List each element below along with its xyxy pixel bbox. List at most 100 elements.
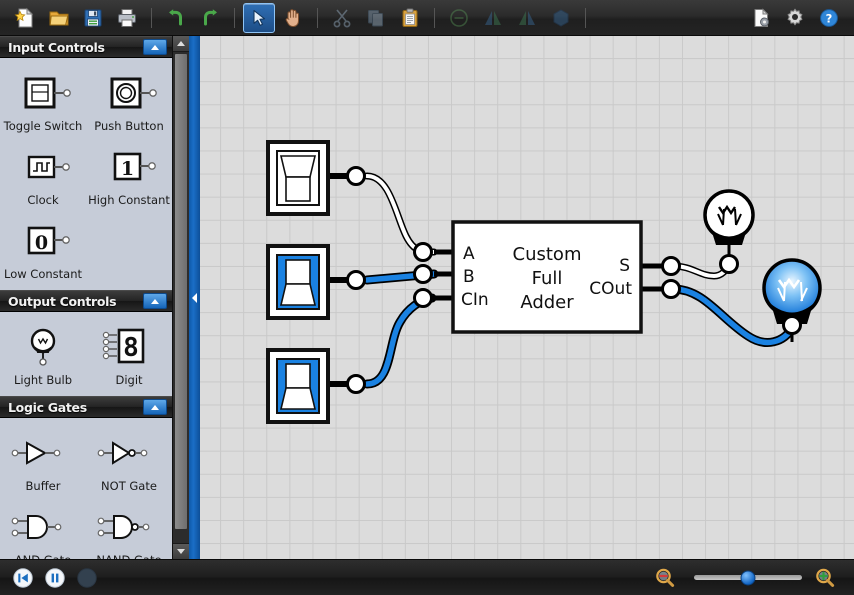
pause-simulation-button[interactable]: [42, 565, 68, 591]
palette-item-digit[interactable]: 8 Digit: [86, 318, 172, 392]
palette-item-label: Digit: [115, 373, 143, 387]
main-toolbar: ?: [0, 0, 854, 36]
collapse-left-arrow-icon[interactable]: [192, 292, 197, 303]
toolbar-separator: [234, 7, 235, 28]
palette-item-toggle-switch[interactable]: Toggle Switch: [0, 64, 86, 138]
palette-item-high-constant[interactable]: 1 High Constant: [86, 138, 172, 212]
circuit-properties-button[interactable]: [745, 3, 777, 33]
palette-item-label: NOT Gate: [101, 479, 157, 493]
application-window: ? Input Controls Toggle Switch Push Butt…: [0, 0, 854, 595]
panel-body-logic-gates: Buffer NOT Gate: [0, 418, 172, 559]
zoom-slider[interactable]: [694, 570, 802, 585]
chevron-up-icon[interactable]: [143, 39, 167, 55]
palette-item-label: Light Bulb: [13, 373, 73, 387]
panel-header-logic-gates[interactable]: Logic Gates: [0, 396, 172, 418]
component-toggle-switch-off[interactable]: [266, 140, 366, 216]
node-adder-out-s[interactable]: [661, 256, 681, 276]
component-custom-full-adder[interactable]: A B CIn Custom Full Adder S COut: [451, 220, 643, 334]
scroll-up-arrow-icon[interactable]: [173, 36, 189, 52]
palette-item-low-constant[interactable]: 0 Low Constant: [0, 212, 86, 286]
circuit-canvas[interactable]: A B CIn Custom Full Adder S COut: [200, 36, 854, 559]
palette-item-label: High Constant: [88, 193, 170, 207]
palette-item-not-gate[interactable]: NOT Gate: [86, 424, 172, 498]
component-light-bulb-on[interactable]: [762, 258, 822, 342]
zoom-slider-knob[interactable]: [740, 570, 756, 585]
palette-item-and-gate[interactable]: AND Gate: [0, 498, 86, 559]
scrollbar-thumb[interactable]: [175, 54, 187, 529]
palette-item-label: Low Constant: [3, 267, 82, 281]
print-button[interactable]: [111, 3, 143, 33]
panel-body-input-controls: Toggle Switch Push Button Clock 1 High C…: [0, 58, 172, 290]
node-bulb-carry[interactable]: [782, 315, 802, 335]
zoom-in-button[interactable]: [812, 565, 838, 591]
redo-button[interactable]: [194, 3, 226, 33]
and-gate-icon: [10, 506, 76, 548]
palette-item-light-bulb[interactable]: Light Bulb: [0, 318, 86, 392]
open-folder-button[interactable]: [43, 3, 75, 33]
pan-tool-button[interactable]: [277, 3, 309, 33]
chevron-up-icon[interactable]: [143, 293, 167, 309]
svg-text:0: 0: [35, 232, 48, 254]
delete-button[interactable]: [443, 3, 475, 33]
node-bulb-sum[interactable]: [719, 254, 739, 274]
paste-button[interactable]: [394, 3, 426, 33]
palette-item-label: Clock: [27, 193, 59, 207]
toolbar-separator: [434, 7, 435, 28]
svg-text:8: 8: [123, 333, 139, 363]
select-tool-button[interactable]: [243, 2, 275, 33]
sidebar-splitter[interactable]: [189, 36, 200, 559]
panel-title: Output Controls: [8, 293, 117, 309]
panel-title: Input Controls: [8, 39, 105, 55]
constant-one-icon: 1: [99, 146, 159, 188]
panel-header-input-controls[interactable]: Input Controls: [0, 36, 172, 58]
flip-horizontal-button[interactable]: [477, 3, 509, 33]
undo-button[interactable]: [160, 3, 192, 33]
palette-item-nand-gate[interactable]: NAND Gate: [86, 498, 172, 559]
clock-pulse-icon: [13, 146, 73, 188]
adder-input-label-cin: CIn: [461, 290, 489, 310]
chevron-up-icon[interactable]: [143, 399, 167, 415]
component-toggle-switch-on[interactable]: [266, 348, 366, 424]
sidebar-scrollbar[interactable]: [172, 36, 189, 559]
wire-adder-s-to-bulb-sum[interactable]: [640, 260, 734, 280]
panel-header-output-controls[interactable]: Output Controls: [0, 290, 172, 312]
adder-title-line-3: Adder: [520, 292, 574, 313]
toggle-switch-icon: [13, 72, 73, 114]
not-gate-icon: [96, 432, 162, 474]
adder-input-label-b: B: [463, 267, 475, 287]
component-light-bulb-off[interactable]: [703, 189, 755, 274]
group-shape-button[interactable]: [545, 3, 577, 33]
node-adder-in-b[interactable]: [413, 264, 433, 284]
nand-gate-icon: [96, 506, 162, 548]
node-adder-in-a[interactable]: [413, 242, 433, 262]
step-simulation-button[interactable]: [74, 565, 100, 591]
node-adder-out-cout[interactable]: [661, 279, 681, 299]
scroll-down-arrow-icon[interactable]: [173, 543, 189, 559]
adder-output-label-cout: COut: [589, 279, 632, 299]
palette-item-clock[interactable]: Clock: [0, 138, 86, 212]
palette-item-label: Toggle Switch: [3, 119, 83, 133]
svg-text:?: ?: [826, 11, 833, 25]
component-toggle-switch-on[interactable]: [266, 244, 366, 320]
settings-gear-button[interactable]: [779, 3, 811, 33]
copy-button[interactable]: [360, 3, 392, 33]
palette-item-label: Buffer: [25, 479, 61, 493]
cut-button[interactable]: [326, 3, 358, 33]
palette-item-buffer[interactable]: Buffer: [0, 424, 86, 498]
zoom-out-button[interactable]: [652, 565, 678, 591]
seven-segment-digit-icon: 8: [99, 326, 159, 368]
circuit-diagram: A B CIn Custom Full Adder S COut: [266, 140, 822, 424]
reset-simulation-button[interactable]: [10, 565, 36, 591]
help-circle-button[interactable]: ?: [813, 3, 845, 33]
palette-item-push-button[interactable]: Push Button: [86, 64, 172, 138]
adder-output-label-s: S: [619, 256, 630, 276]
push-button-icon: [99, 72, 159, 114]
toolbar-separator: [151, 7, 152, 28]
flip-vertical-button[interactable]: [511, 3, 543, 33]
node-adder-in-cin[interactable]: [413, 288, 433, 308]
palette-item-label: Push Button: [94, 119, 164, 133]
components-sidebar[interactable]: Input Controls Toggle Switch Push Button…: [0, 36, 172, 559]
new-file-button[interactable]: [9, 3, 41, 33]
panel-body-output-controls: Light Bulb 8 Digit: [0, 312, 172, 396]
save-disk-button[interactable]: [77, 3, 109, 33]
